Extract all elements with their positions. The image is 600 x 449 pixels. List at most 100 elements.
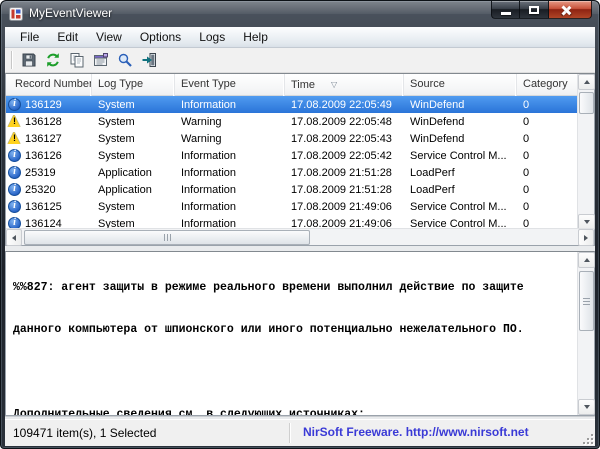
table-row[interactable]: 136128 System Warning 17.08.2009 22:05:4… [6,113,581,130]
column-record-number[interactable]: Record Number [6,74,92,96]
scroll-down-button[interactable] [578,399,595,415]
table-row[interactable]: 136126 System Information 17.08.2009 22:… [6,147,581,164]
refresh-button[interactable] [41,49,65,71]
menu-logs[interactable]: Logs [190,28,234,46]
event-category: 0 [523,98,530,111]
details-vertical-scrollbar[interactable] [577,252,595,415]
table-row[interactable]: 136127 System Warning 17.08.2009 22:05:4… [6,130,581,147]
log-type: System [98,200,135,213]
record-number: 136126 [25,149,62,162]
app-icon [9,7,23,21]
find-button[interactable] [113,49,137,71]
event-category: 0 [523,183,530,196]
menu-edit[interactable]: Edit [48,28,87,46]
arrow-left-icon [12,234,16,241]
information-icon [8,149,21,162]
properties-button[interactable] [89,49,113,71]
client-area: File Edit View Options Logs Help Record … [5,27,595,446]
event-time: 17.08.2009 21:49:06 [291,200,392,213]
arrow-up-icon [583,258,590,262]
record-number: 25320 [25,183,56,196]
thumb-grip [167,234,168,241]
scroll-thumb[interactable] [24,230,310,245]
find-icon [118,53,132,67]
column-event-type[interactable]: Event Type [175,74,285,96]
log-type: Application [98,183,152,196]
event-time: 17.08.2009 21:51:28 [291,166,392,179]
event-description: %%827: агент защиты в режиме реального в… [13,254,574,415]
event-type: Information [181,183,237,196]
record-number: 136128 [25,115,62,128]
statusbar-divider [289,423,290,443]
close-button[interactable] [549,1,592,19]
arrow-up-icon [583,80,590,84]
event-category: 0 [523,149,530,162]
record-number: 136125 [25,200,62,213]
scroll-up-button[interactable] [578,74,595,90]
description-line: Дополнительные сведения см. в следующих … [13,407,365,415]
description-line: данного компьютера от шпионского или ино… [13,323,524,337]
scroll-thumb[interactable] [579,92,594,114]
list-vertical-scrollbar[interactable] [577,74,595,230]
event-type: Information [181,149,237,162]
table-row[interactable]: 25319 Application Information 17.08.2009… [6,164,581,181]
nirsoft-url[interactable]: http://www.nirsoft.net [406,425,529,439]
menu-help[interactable]: Help [234,28,277,46]
information-icon [8,98,21,111]
menu-options[interactable]: Options [131,28,190,46]
minimize-button[interactable] [491,1,520,19]
resize-grip[interactable] [581,432,593,444]
event-source: LoadPerf [410,183,455,196]
copy-icon [70,53,84,68]
column-time[interactable]: Time ▽ [285,74,404,96]
event-category: 0 [523,115,530,128]
column-log-type[interactable]: Log Type [92,74,175,96]
event-source: Service Control M... [410,149,507,162]
maximize-icon [529,6,539,14]
description-line: %%827: агент защиты в режиме реального в… [13,281,524,294]
event-source: Service Control M... [410,200,507,213]
event-source: WinDefend [410,115,465,128]
log-type: System [98,98,135,111]
column-source[interactable]: Source [404,74,517,96]
event-type: Information [181,166,237,179]
event-category: 0 [523,200,530,213]
copy-button[interactable] [65,49,89,71]
sort-descending-icon: ▽ [331,80,338,89]
event-type: Warning [181,132,222,145]
window-title: MyEventViewer [29,6,113,20]
column-category[interactable]: Category [517,74,581,96]
event-category: 0 [523,166,530,179]
record-number: 25319 [25,166,56,179]
exit-icon [142,53,156,67]
scroll-left-button[interactable] [6,229,22,246]
properties-icon [94,53,108,66]
column-time-label: Time [291,79,316,91]
menubar: File Edit View Options Logs Help [5,27,595,48]
menu-view[interactable]: View [87,28,131,46]
list-header: Record Number Log Type Event Type Time ▽ … [6,74,581,96]
exit-button[interactable] [137,49,161,71]
scroll-thumb[interactable] [579,271,594,331]
menu-file[interactable]: File [11,28,48,46]
scroll-right-button[interactable] [578,229,594,246]
description-line [13,365,574,381]
refresh-icon [47,53,59,67]
event-category: 0 [523,132,530,145]
table-row[interactable]: 136125 System Information 17.08.2009 21:… [6,198,581,215]
scroll-up-button[interactable] [578,252,595,268]
record-number: 136127 [25,132,62,145]
event-time: 17.08.2009 22:05:49 [291,98,392,111]
table-row[interactable]: 136129 System Information 17.08.2009 22:… [6,96,581,113]
titlebar[interactable]: MyEventViewer [1,1,599,27]
maximize-button[interactable] [520,1,549,19]
event-time: 17.08.2009 22:05:48 [291,115,392,128]
event-details-pane[interactable]: %%827: агент защиты в режиме реального в… [5,251,595,416]
arrow-down-icon [583,220,590,224]
toolbar-gripper [11,51,13,69]
log-type: Application [98,166,152,179]
list-horizontal-scrollbar[interactable] [6,228,594,246]
table-row[interactable]: 25320 Application Information 17.08.2009… [6,181,581,198]
save-button[interactable] [17,49,41,71]
event-source: WinDefend [410,132,465,145]
